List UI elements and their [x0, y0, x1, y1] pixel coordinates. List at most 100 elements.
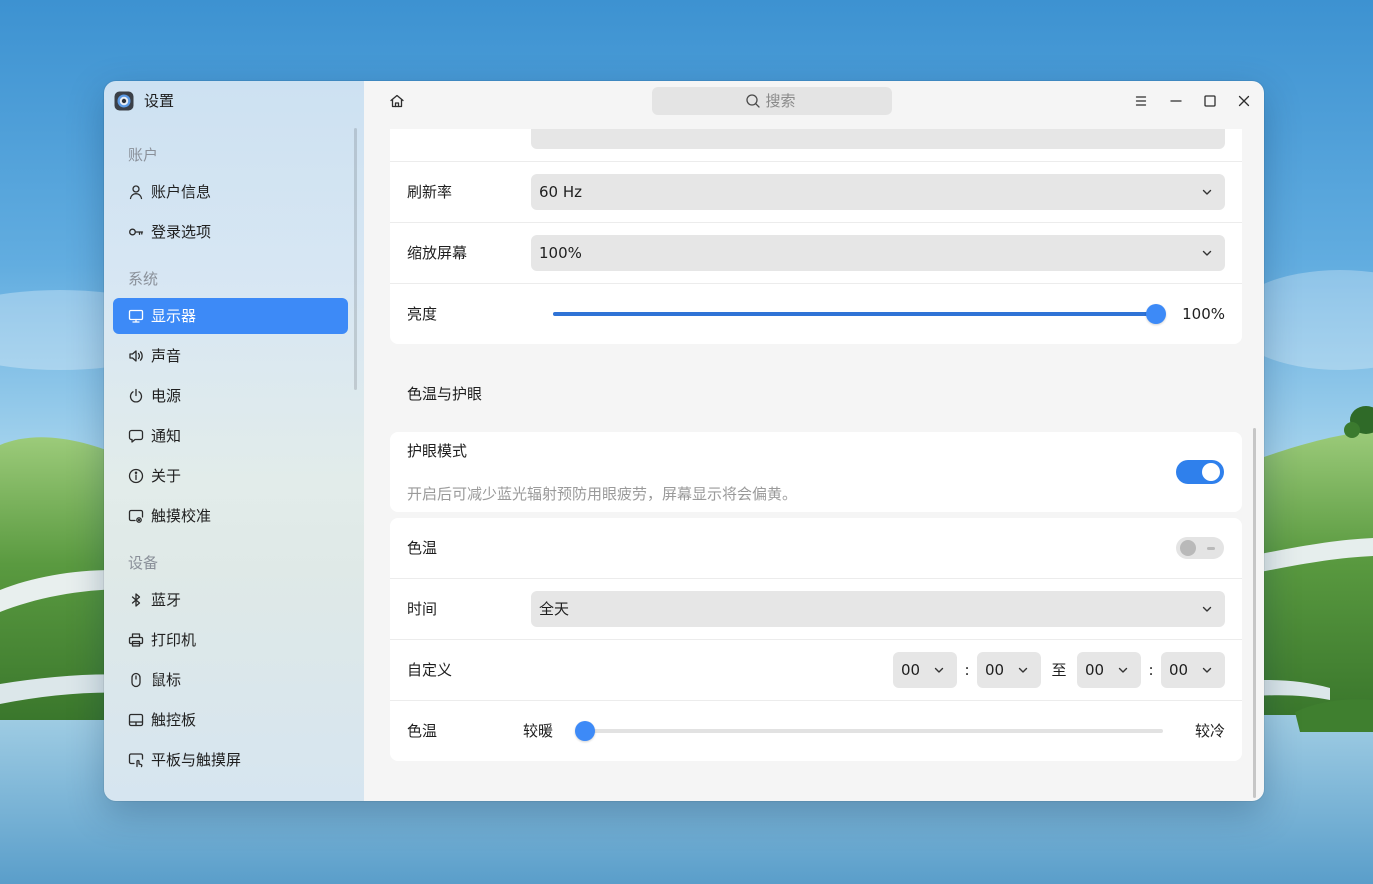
end-hour-value: 00	[1085, 661, 1105, 679]
minimize-icon[interactable]	[1168, 93, 1184, 109]
cool-label: 较冷	[1194, 722, 1225, 740]
custom-time-label: 自定义	[407, 661, 453, 679]
settings-app-icon	[114, 91, 134, 111]
info-icon	[128, 468, 144, 484]
key-icon	[128, 224, 144, 240]
start-minute-picker[interactable]: 00	[977, 652, 1041, 688]
monitor-icon	[128, 308, 144, 324]
sidebar-nav: 账户 账户信息 登录选项 系统 显示器 声音 电源 通知 关于 触摸校准 设备 …	[113, 145, 348, 797]
brightness-slider[interactable]	[553, 304, 1166, 324]
sidebar-item-label: 触摸校准	[151, 507, 212, 525]
end-minute-picker[interactable]: 00	[1161, 652, 1225, 688]
toggle-knob	[1202, 463, 1220, 481]
sidebar-item-label: 打印机	[151, 631, 197, 649]
nav-group-devices: 设备 蓝牙 打印机 鼠标 触控板 平板与触摸屏	[113, 553, 348, 778]
person-icon	[128, 184, 144, 200]
brightness-label: 亮度	[407, 305, 438, 323]
color-temp-toggle[interactable]	[1176, 537, 1224, 559]
sidebar-item-power[interactable]: 电源	[113, 378, 348, 414]
sidebar-item-label: 平板与触摸屏	[151, 751, 242, 769]
color-temp-level-row: 色温 较暖 较冷	[390, 700, 1242, 761]
scale-dropdown[interactable]: 100%	[531, 235, 1225, 271]
search-input[interactable]	[765, 92, 800, 110]
chevron-down-icon	[1201, 186, 1213, 198]
power-icon	[128, 388, 144, 404]
brightness-value: 100%	[1182, 305, 1225, 323]
start-hour-value: 00	[901, 661, 921, 679]
start-hour-picker[interactable]: 00	[893, 652, 957, 688]
eye-mode-card: 护眼模式 开启后可减少蓝光辐射预防用眼疲劳，屏幕显示将会偏黄。	[390, 432, 1242, 512]
app-title: 设置	[144, 92, 175, 110]
home-icon[interactable]	[389, 93, 405, 109]
start-minute-value: 00	[985, 661, 1005, 679]
refresh-rate-label: 刷新率	[407, 183, 453, 201]
search-box[interactable]	[652, 87, 892, 115]
sidebar-item-notifications[interactable]: 通知	[113, 418, 348, 454]
sidebar-item-touch-calibration[interactable]: 触摸校准	[113, 498, 348, 534]
tablet-icon	[128, 752, 144, 768]
sidebar-item-label: 触控板	[151, 711, 197, 729]
brightness-slider-thumb[interactable]	[1146, 304, 1166, 324]
sidebar-item-label: 蓝牙	[151, 591, 182, 609]
touchpad-icon	[128, 712, 144, 728]
time-dropdown[interactable]: 全天	[531, 591, 1225, 627]
chevron-down-icon	[1201, 664, 1213, 676]
time-separator: :	[964, 661, 970, 679]
group-label-devices: 设备	[128, 554, 159, 572]
eye-mode-label: 护眼模式	[407, 442, 468, 460]
chevron-down-icon	[933, 664, 945, 676]
sidebar-item-label: 电源	[151, 387, 182, 405]
content-scroll-area[interactable]: 刷新率 60 Hz 缩放屏幕 100% 亮度 100% 色温与护眼 护眼模式 开…	[364, 129, 1264, 801]
eye-mode-description: 开启后可减少蓝光辐射预防用眼疲劳，屏幕显示将会偏黄。	[407, 485, 798, 503]
search-icon	[745, 93, 761, 109]
group-label-account: 账户	[128, 146, 159, 164]
refresh-rate-value: 60 Hz	[539, 183, 583, 201]
maximize-icon[interactable]	[1202, 93, 1218, 109]
group-label-system: 系统	[128, 270, 159, 288]
color-temp-slider-thumb[interactable]	[575, 721, 595, 741]
sidebar-item-display[interactable]: 显示器	[113, 298, 348, 334]
scale-row: 缩放屏幕 100%	[390, 222, 1242, 283]
sidebar-item-label: 登录选项	[151, 223, 212, 241]
refresh-rate-dropdown[interactable]: 60 Hz	[531, 174, 1225, 210]
chevron-down-icon	[1117, 664, 1129, 676]
notification-icon	[128, 428, 144, 444]
time-label: 时间	[407, 600, 438, 618]
end-hour-picker[interactable]: 00	[1077, 652, 1141, 688]
chevron-down-icon	[1201, 247, 1213, 259]
toggle-knob	[1180, 540, 1196, 556]
settings-window: 设置 账户 账户信息 登录选项 系统 显示器 声音 电源 通知 关于 触摸校准 …	[104, 81, 1264, 801]
sidebar-item-account-info[interactable]: 账户信息	[113, 174, 348, 210]
sidebar-item-label: 通知	[151, 427, 182, 445]
main-panel: 刷新率 60 Hz 缩放屏幕 100% 亮度	[364, 81, 1264, 801]
color-temp-switch-row: 色温	[390, 518, 1242, 578]
color-temp-level-label: 色温	[407, 722, 438, 740]
speaker-icon	[128, 348, 144, 364]
color-temp-slider[interactable]	[575, 721, 1163, 741]
sidebar-item-mouse[interactable]: 鼠标	[113, 662, 348, 698]
sidebar-item-sound[interactable]: 声音	[113, 338, 348, 374]
end-minute-value: 00	[1169, 661, 1189, 679]
sidebar-scrollbar[interactable]	[354, 128, 357, 390]
content-scrollbar[interactable]	[1253, 428, 1256, 798]
sidebar: 设置 账户 账户信息 登录选项 系统 显示器 声音 电源 通知 关于 触摸校准 …	[104, 81, 364, 801]
mouse-icon	[128, 672, 144, 688]
eye-mode-toggle[interactable]	[1176, 460, 1224, 484]
sidebar-item-about[interactable]: 关于	[113, 458, 348, 494]
time-separator: :	[1148, 661, 1154, 679]
close-icon[interactable]	[1236, 93, 1252, 109]
color-temp-switch-label: 色温	[407, 539, 438, 557]
sidebar-item-label: 鼠标	[151, 671, 182, 689]
partial-dropdown[interactable]	[531, 129, 1225, 149]
warm-label: 较暖	[523, 722, 554, 740]
range-separator: 至	[1051, 661, 1067, 679]
sidebar-item-tablet-touchscreen[interactable]: 平板与触摸屏	[113, 742, 348, 778]
menu-icon[interactable]	[1133, 93, 1149, 109]
sidebar-item-label: 账户信息	[151, 183, 212, 201]
sidebar-item-touchpad[interactable]: 触控板	[113, 702, 348, 738]
sidebar-item-printer[interactable]: 打印机	[113, 622, 348, 658]
sidebar-item-login-options[interactable]: 登录选项	[113, 214, 348, 250]
custom-time-row: 自定义 00 : 00 至 00 : 00	[390, 639, 1242, 700]
sidebar-item-bluetooth[interactable]: 蓝牙	[113, 582, 348, 618]
toggle-off-mark	[1207, 546, 1215, 550]
